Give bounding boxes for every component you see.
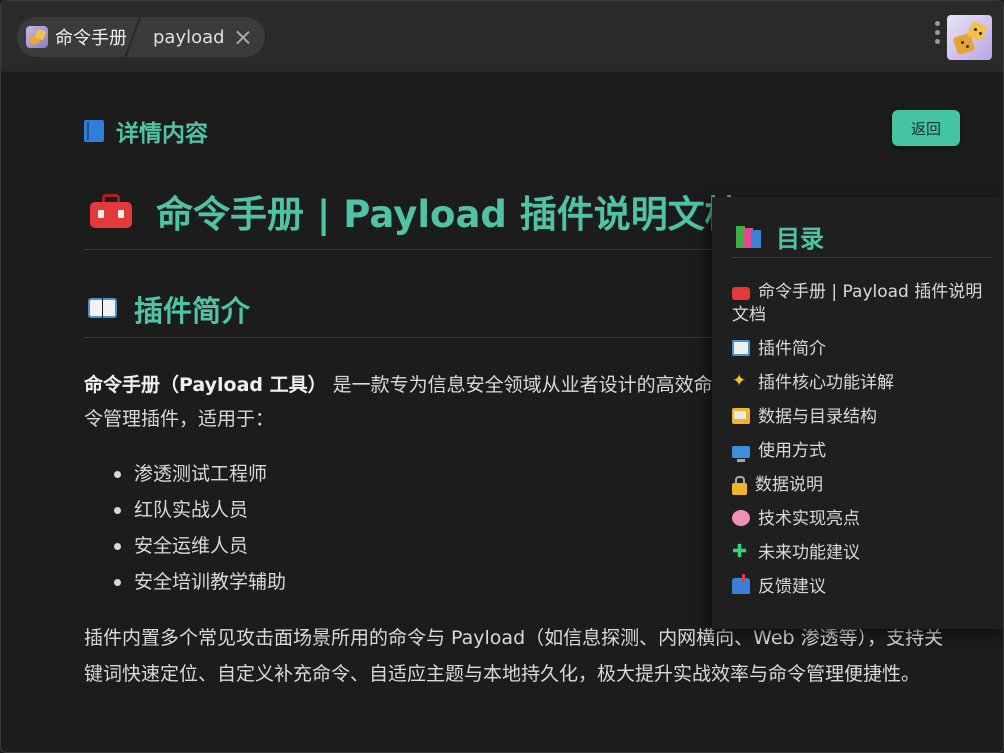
section-header: 详情内容 (84, 114, 208, 148)
toolbox-icon (90, 194, 132, 228)
list-item: 渗透测试工程师 (114, 456, 286, 492)
puzzle-icon (732, 542, 750, 562)
app-name: 命令手册 (55, 28, 127, 49)
breadcrumb-separator (135, 17, 147, 57)
list-item: 安全运维人员 (114, 528, 286, 564)
lock-icon (732, 476, 747, 495)
toc-item-label: 技术实现亮点 (758, 509, 860, 529)
toc-item[interactable]: 数据与目录结构 (732, 406, 994, 429)
folder-icon (732, 408, 750, 424)
intro-heading: 插件简介 (88, 288, 250, 330)
intro-heading-text: 插件简介 (134, 294, 251, 328)
toc-panel: 目录 命令手册 | Payload 插件说明文档 插件简介 插件核心功能详解 数… (712, 197, 1003, 629)
app-window: 命令手册 payload 详情内容 返回 命令手册 | Payload 插件说明… (0, 0, 1004, 753)
toc-header: 目录 (736, 219, 824, 254)
toolbox-icon (732, 287, 750, 300)
toc-item[interactable]: 反馈建议 (732, 574, 994, 599)
dice-app-icon (26, 26, 48, 48)
breadcrumb-app[interactable]: 命令手册 (17, 17, 127, 57)
tab-payload[interactable]: payload (147, 17, 251, 57)
blue-book-icon (84, 120, 104, 142)
toc-item-label: 数据与目录结构 (758, 407, 877, 427)
toc-item-label: 数据说明 (755, 475, 823, 495)
toc-item-label: 使用方式 (758, 441, 826, 461)
books-icon (736, 224, 764, 250)
toc-item[interactable]: 未来功能建议 (732, 542, 994, 565)
open-book-icon (88, 298, 118, 320)
section-title: 详情内容 (116, 121, 208, 147)
toc-item[interactable]: 命令手册 | Payload 插件说明文档 (732, 281, 994, 327)
toc-item[interactable]: 插件核心功能详解 (732, 371, 994, 395)
back-button[interactable]: 返回 (892, 110, 960, 146)
list-item: 安全培训教学辅助 (114, 564, 286, 600)
list-item: 红队实战人员 (114, 492, 286, 528)
toc-item-label: 未来功能建议 (758, 543, 860, 563)
tab-label: payload (153, 26, 225, 48)
toc-item-label: 插件简介 (758, 339, 826, 359)
brain-icon (732, 510, 750, 526)
toc-list: 命令手册 | Payload 插件说明文档 插件简介 插件核心功能详解 数据与目… (732, 281, 994, 610)
summary-paragraph: 插件内置多个常见攻击面场景所用的命令与 Payload（如信息探测、内网横向、W… (84, 627, 944, 685)
toc-title: 目录 (776, 225, 824, 253)
toc-item[interactable]: 插件简介 (732, 338, 994, 361)
more-menu-icon[interactable] (931, 21, 943, 51)
monitor-icon (732, 446, 750, 462)
sparkles-icon (732, 371, 750, 391)
toc-item[interactable]: 技术实现亮点 (732, 508, 994, 531)
intro-bold: 命令手册（Payload 工具） (84, 374, 327, 396)
toc-item-label: 反馈建议 (758, 577, 826, 597)
toc-item[interactable]: 数据说明 (732, 474, 994, 497)
toc-item-label: 命令手册 | Payload 插件说明文档 (732, 282, 983, 325)
audience-list: 渗透测试工程师 红队实战人员 安全运维人员 安全培训教学辅助 (114, 456, 286, 600)
page-title: 命令手册 | Payload 插件说明文档 (84, 184, 742, 238)
open-book-icon (732, 340, 750, 356)
close-icon[interactable] (235, 29, 251, 45)
page-title-text: 命令手册 | Payload 插件说明文档 (156, 193, 742, 236)
intro-paragraph: 命令手册（Payload 工具） 是一款专为信息安全领域从业者设计的高效命令管理… (84, 368, 724, 436)
breadcrumb: 命令手册 payload (17, 17, 265, 57)
mailbox-icon (732, 574, 750, 594)
top-bar: 命令手册 payload (1, 1, 1003, 72)
divider (732, 257, 993, 258)
avatar[interactable] (947, 15, 992, 60)
toc-item-label: 插件核心功能详解 (758, 373, 894, 393)
toc-item[interactable]: 使用方式 (732, 440, 994, 463)
